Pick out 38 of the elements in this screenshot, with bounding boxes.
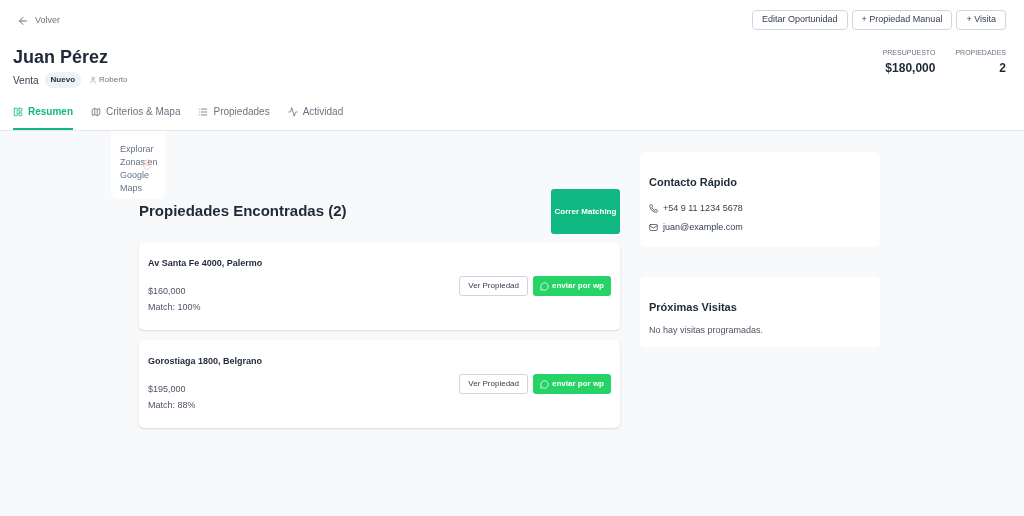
explore-maps-card[interactable]: Explorar Zonas en Google Maps xyxy=(111,131,166,199)
header-action-button[interactable]: + Propiedad Manual xyxy=(851,10,953,30)
email-address: juan@example.com xyxy=(663,221,743,234)
card-title: Próximas Visitas xyxy=(649,299,738,315)
status-badge: Nuevo xyxy=(44,72,82,88)
card-title: Contacto Rápido xyxy=(649,175,738,190)
map-icon xyxy=(91,106,101,117)
phone-icon xyxy=(649,203,658,213)
header-action-button[interactable]: + Visita xyxy=(956,10,1006,30)
view-property-button[interactable]: Ver Propiedad xyxy=(459,374,528,394)
property-price: $195,000 xyxy=(148,382,187,396)
chat-bubble-icon xyxy=(540,281,549,291)
property-address: Gorostiaga 1800, Belgrano xyxy=(148,355,263,369)
layout-icon xyxy=(13,106,23,117)
phone-number: +54 9 11 1234 5678 xyxy=(663,201,743,215)
stat-value: $180,000 xyxy=(885,59,936,77)
header-action-button[interactable]: Editar Oportunidad xyxy=(752,10,848,30)
agent-name: Roberto xyxy=(99,74,128,86)
property-address: Av Santa Fe 4000, Palermo xyxy=(148,257,263,271)
chat-bubble-icon xyxy=(540,379,549,389)
tab[interactable]: Propiedades xyxy=(198,104,270,130)
operation-type: Venta xyxy=(13,73,39,88)
match-score: Match: 100% xyxy=(148,301,202,315)
back-arrow-icon xyxy=(17,15,29,27)
mail-icon xyxy=(649,223,658,233)
activity-icon xyxy=(287,106,298,117)
view-property-button[interactable]: Ver Propiedad xyxy=(459,276,528,296)
tab[interactable]: Actividad xyxy=(287,104,344,130)
tab[interactable]: Criterios & Mapa xyxy=(91,104,181,130)
back-link[interactable]: Volver xyxy=(17,14,60,28)
list-icon xyxy=(198,106,209,117)
stat-value: 2 xyxy=(999,59,1006,77)
property-price: $160,000 xyxy=(148,284,187,298)
client-name: Juan Pérez xyxy=(13,46,110,68)
match-score: Match: 88% xyxy=(148,399,197,413)
agent-icon xyxy=(89,76,98,84)
section-title: Propiedades Encontradas (2) xyxy=(139,201,347,222)
empty-message: No hay visitas programadas. xyxy=(649,324,765,337)
